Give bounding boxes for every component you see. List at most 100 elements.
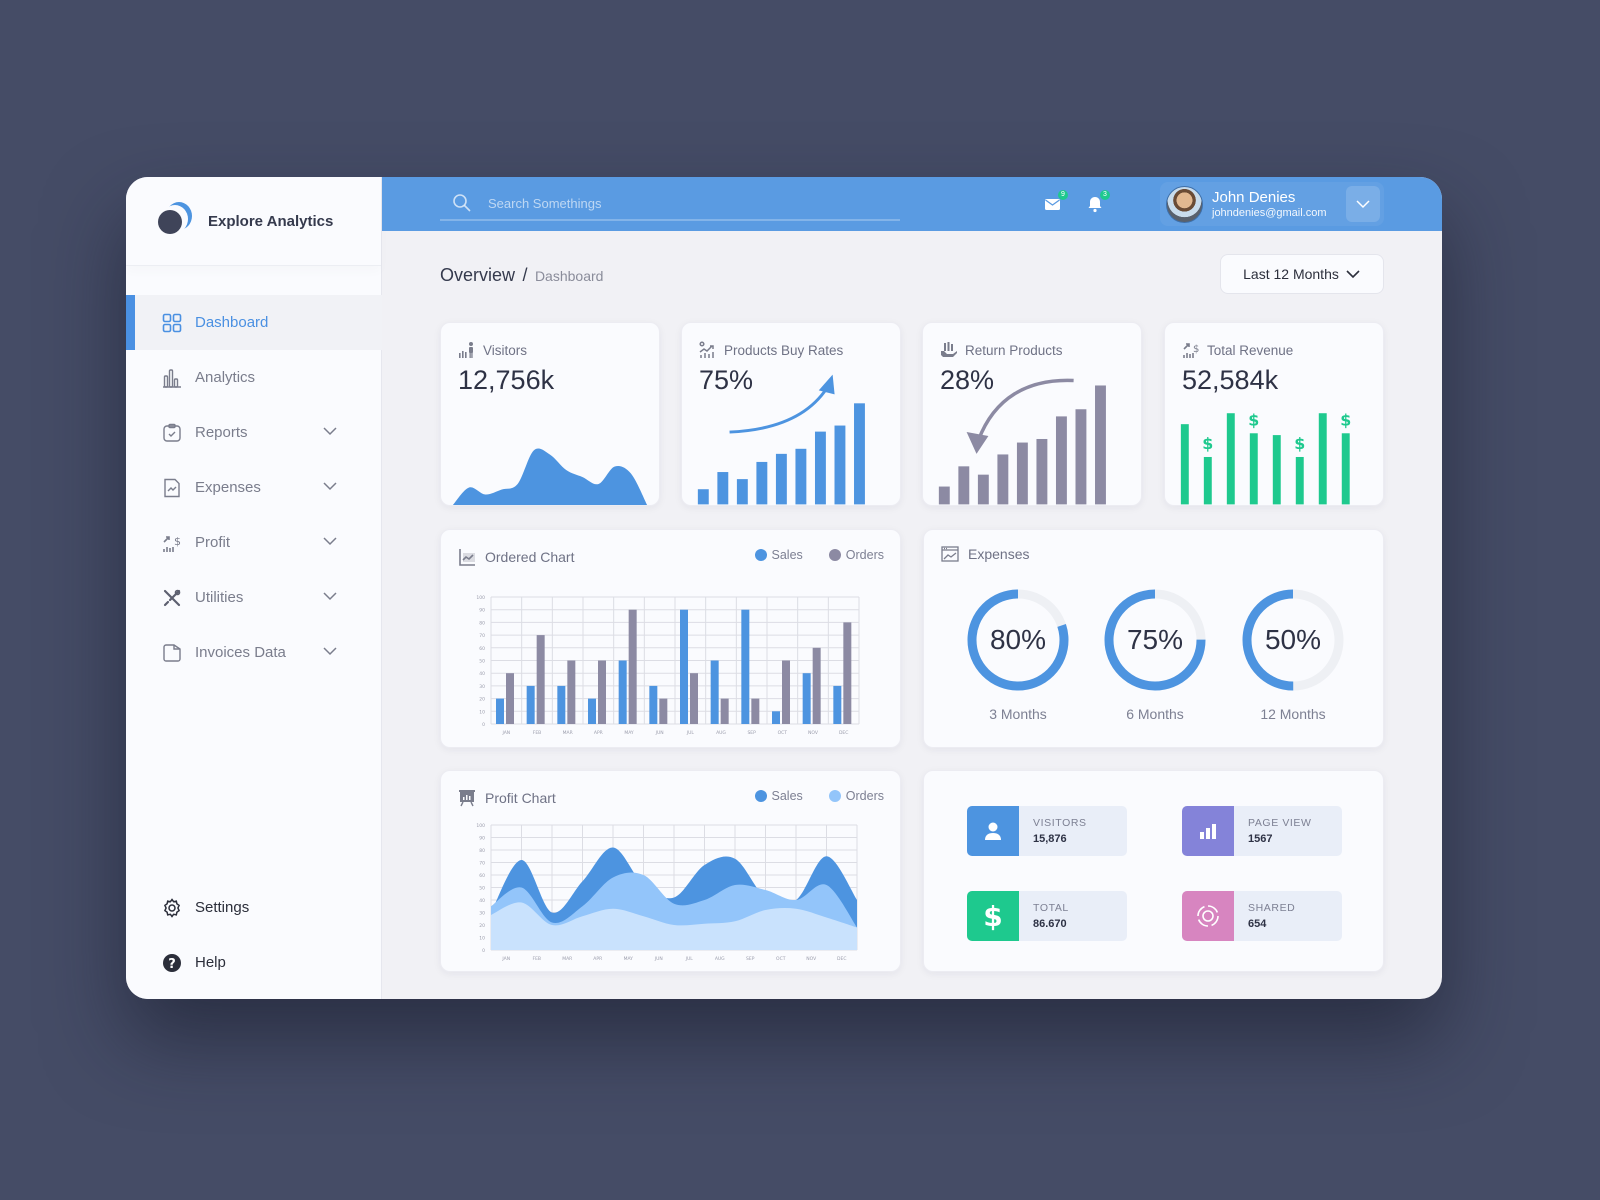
- period-select[interactable]: Last 12 Months: [1220, 254, 1384, 294]
- stat-value: 1567: [1248, 833, 1273, 845]
- search-input[interactable]: [488, 195, 868, 211]
- sidebar-item-help[interactable]: ? Help: [126, 935, 382, 990]
- presentation-chart-icon: [459, 790, 475, 807]
- bar: [717, 472, 729, 505]
- notifications-button[interactable]: 3: [1086, 190, 1110, 213]
- chevron-down-icon[interactable]: [322, 643, 338, 659]
- bar-sales: [710, 660, 719, 724]
- dollar-icon: $: [967, 891, 1019, 941]
- ordered-chart-card: Ordered Chart Sales Orders 0 10 20 30 40 50 60…: [440, 529, 901, 748]
- bar-orders: [812, 647, 821, 724]
- sidebar-nav: Dashboard Analytics Reports Expenses $ P…: [126, 295, 382, 680]
- sidebar-item-label: Profit: [195, 534, 231, 551]
- y-tick-label: 40: [479, 898, 485, 904]
- bar-orders: [506, 673, 514, 724]
- kpi-card-products-buy-rates: Products Buy Rates 75%: [681, 322, 901, 506]
- bar-orders: [782, 660, 790, 724]
- stat-shared[interactable]: SHARED 654: [1182, 891, 1342, 941]
- user-dropdown-button[interactable]: [1346, 186, 1380, 222]
- x-tick-label: FEB: [533, 730, 542, 735]
- y-tick-label: 80: [479, 848, 485, 854]
- x-tick-label: AUG: [716, 730, 726, 735]
- sidebar-item-expenses[interactable]: Expenses: [126, 460, 382, 515]
- folder-icon: [162, 643, 182, 663]
- chevron-down-icon[interactable]: [322, 533, 338, 549]
- user-icon: [967, 806, 1019, 856]
- expenses-title: Expenses: [968, 546, 1030, 562]
- sidebar-item-label: Reports: [195, 424, 248, 441]
- stat-value: 654: [1248, 918, 1267, 930]
- y-tick-label: 50: [479, 886, 485, 892]
- x-tick-label: MAY: [624, 730, 634, 735]
- stats-card: VISITORS 15,876 PAGE VIEW 1567 $ TOTAL 8…: [923, 770, 1384, 972]
- chevron-down-icon[interactable]: [322, 588, 338, 604]
- legend-item-orders[interactable]: Orders: [828, 789, 884, 803]
- breadcrumb-current[interactable]: Dashboard: [535, 268, 604, 284]
- x-tick-label: JUN: [654, 956, 663, 962]
- help-icon: ?: [162, 953, 182, 973]
- legend-item-sales[interactable]: Sales: [754, 789, 803, 803]
- sidebar: Explore Analytics Dashboard Analytics Re…: [126, 177, 382, 999]
- bar-orders: [598, 660, 606, 724]
- sidebar-item-profit[interactable]: $ Profit: [126, 515, 382, 570]
- bar: [775, 453, 787, 505]
- bar-sales: [588, 698, 596, 724]
- sidebar-item-analytics[interactable]: Analytics: [126, 350, 382, 405]
- kpi-title: Return Products: [965, 342, 1063, 358]
- mail-button[interactable]: 9: [1044, 190, 1068, 213]
- avatar[interactable]: [1166, 186, 1203, 223]
- app-window: Explore Analytics Dashboard Analytics Re…: [126, 177, 1442, 999]
- x-tick-label: JUL: [686, 730, 695, 735]
- topbar: 9 3 John Denies johndenies@gmail.com: [382, 177, 1442, 231]
- gear-icon: [162, 897, 182, 918]
- bar-chart-icon: [162, 368, 182, 388]
- x-tick-label: OCT: [778, 730, 788, 735]
- revenue-bar-chart: $ $ $ $: [1180, 410, 1351, 505]
- stat-page-view[interactable]: PAGE VIEW 1567: [1182, 806, 1342, 856]
- legend-item-sales[interactable]: Sales: [754, 548, 803, 562]
- stat-visitors[interactable]: VISITORS 15,876: [967, 806, 1127, 856]
- bar-orders: [659, 698, 668, 724]
- notification-badge: 3: [1100, 190, 1110, 200]
- brand[interactable]: Explore Analytics: [126, 177, 381, 266]
- y-tick-label: 40: [479, 671, 485, 677]
- sidebar-item-label: Dashboard: [195, 314, 269, 331]
- bar-orders: [843, 622, 852, 724]
- return-icon: [941, 342, 957, 357]
- bar: [854, 403, 865, 505]
- chevron-down-icon[interactable]: [322, 478, 338, 494]
- x-tick-label: NOV: [808, 730, 819, 735]
- bar: [938, 486, 950, 505]
- bar-sales: [526, 685, 535, 724]
- sidebar-item-dashboard[interactable]: Dashboard: [126, 295, 382, 350]
- sidebar-item-reports[interactable]: Reports: [126, 405, 382, 460]
- x-tick-label: JAN: [501, 956, 510, 962]
- bar-sales: [741, 609, 750, 724]
- user-menu[interactable]: John Denies johndenies@gmail.com: [1160, 182, 1384, 226]
- sidebar-item-invoices-data[interactable]: Invoices Data: [126, 625, 382, 680]
- sidebar-item-label: Expenses: [195, 479, 261, 496]
- stat-label: SHARED: [1248, 902, 1296, 914]
- x-tick-label: APR: [593, 956, 602, 962]
- profit-chart-title: Profit Chart: [485, 790, 556, 806]
- buy-rates-bar-chart: [697, 374, 865, 505]
- expense-donut: 75%: [1103, 588, 1207, 692]
- trend-up-arrow: [729, 387, 828, 434]
- sidebar-item-utilities[interactable]: Utilities: [126, 570, 382, 625]
- profit-chart-card: Profit Chart Sales Orders 0 10 20 30 40 50 60 7…: [440, 770, 901, 972]
- donut-caption: 12 Months: [1260, 706, 1326, 722]
- sidebar-item-label: Analytics: [195, 369, 256, 386]
- sidebar-item-settings[interactable]: Settings: [126, 880, 382, 935]
- profit-chart-icon: $: [162, 533, 182, 553]
- bar: [1075, 409, 1087, 505]
- y-tick-label: 70: [479, 633, 485, 639]
- sidebar-item-label: Utilities: [195, 589, 244, 606]
- page-title: Overview: [440, 265, 516, 285]
- revenue-icon: $: [1183, 343, 1199, 358]
- legend-item-orders[interactable]: Orders: [828, 548, 884, 562]
- bar: [1095, 385, 1106, 505]
- kpi-title: Total Revenue: [1207, 342, 1294, 358]
- dollar-mark: $: [1248, 410, 1259, 429]
- stat-total[interactable]: $ TOTAL 86.670: [967, 891, 1127, 941]
- chevron-down-icon[interactable]: [322, 423, 338, 439]
